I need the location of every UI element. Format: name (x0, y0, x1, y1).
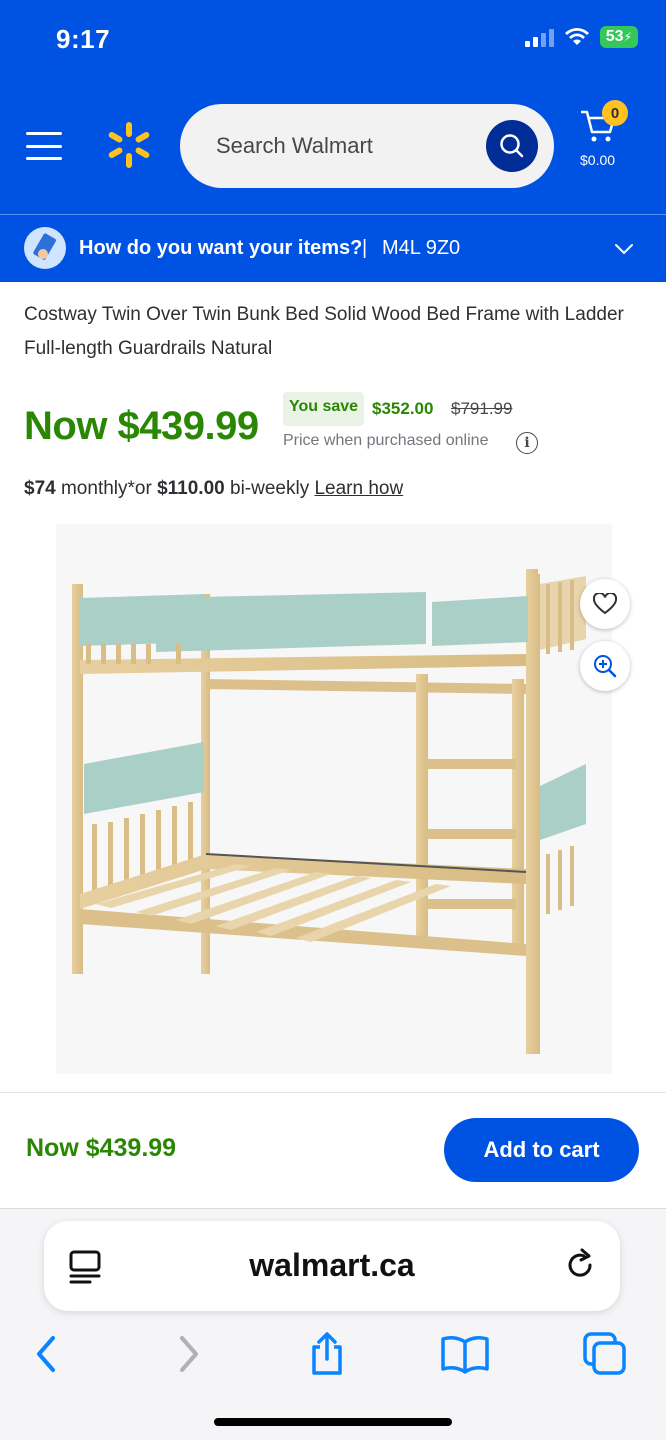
forward-button[interactable] (164, 1329, 214, 1379)
delivery-phone-icon (24, 227, 66, 269)
add-to-cart-button[interactable]: Add to cart (444, 1118, 639, 1182)
bunk-bed-image (56, 524, 612, 1074)
tabs-icon (583, 1332, 626, 1375)
delivery-separator: | (362, 237, 368, 259)
share-icon (312, 1332, 342, 1375)
url-text: walmart.ca (249, 1247, 415, 1283)
home-indicator (214, 1418, 452, 1426)
search-icon (500, 134, 524, 158)
cart-count-badge: 0 (602, 100, 628, 126)
forward-arrow-icon (180, 1336, 198, 1372)
cellular-signal-icon (524, 27, 554, 47)
status-icons: 53⚡ (524, 26, 638, 48)
monthly-text: monthly*or (55, 478, 158, 499)
favorite-button[interactable] (580, 579, 630, 629)
menu-icon[interactable] (26, 132, 62, 160)
wifi-icon (564, 28, 589, 45)
biweekly-amount: $110.00 (157, 478, 225, 499)
status-time: 9:17 (56, 24, 111, 54)
back-button[interactable] (21, 1329, 71, 1379)
tabs-button[interactable] (580, 1329, 630, 1379)
zoom-in-icon (594, 655, 617, 678)
monthly-amount: $74 (24, 478, 56, 499)
you-save-badge: You save (283, 392, 365, 426)
product-image[interactable] (56, 524, 612, 1074)
price-note: Price when purchased online (283, 432, 489, 449)
battery-level: 53 (605, 28, 624, 45)
info-icon[interactable]: i (516, 432, 538, 454)
biweekly-text: bi-weekly (224, 478, 315, 499)
browser-nav (0, 1329, 666, 1379)
delivery-selector[interactable]: How do you want your items? | M4L 9Z0 (0, 214, 666, 282)
walmart-spark-logo[interactable] (104, 120, 154, 170)
chevron-down-icon[interactable] (612, 237, 636, 261)
postal-code: M4L 9Z0 (382, 237, 461, 259)
divider (0, 1092, 666, 1093)
reload-icon[interactable] (562, 1247, 598, 1283)
was-price: $791.99 (451, 399, 513, 418)
financing-info: $74 monthly*or $110.00 bi-weekly Learn h… (24, 478, 403, 500)
share-button[interactable] (302, 1329, 352, 1379)
back-arrow-icon (37, 1336, 55, 1372)
browser-toolbar: walmart.ca (0, 1208, 666, 1440)
cart-button[interactable]: 0 $0.00 (576, 100, 646, 180)
address-bar[interactable]: walmart.ca (44, 1221, 620, 1311)
delivery-question: How do you want your items? (79, 237, 363, 259)
product-title: Costway Twin Over Twin Bunk Bed Solid Wo… (24, 304, 624, 359)
bookmarks-icon (441, 1336, 489, 1374)
cart-total: $0.00 (580, 152, 616, 168)
sticky-price: Now $439.99 (26, 1134, 177, 1162)
site-header: 0 $0.00 (0, 78, 666, 214)
search-button[interactable] (486, 120, 538, 172)
bookmarks-button[interactable] (440, 1329, 490, 1379)
status-bar: 9:17 53⚡ (0, 0, 666, 78)
learn-how-link[interactable]: Learn how (314, 478, 403, 499)
search-bar[interactable] (180, 104, 554, 188)
heart-icon (593, 593, 617, 615)
battery-icon: 53⚡ (599, 26, 638, 48)
zoom-button[interactable] (580, 641, 630, 691)
current-price: Now $439.99 (24, 404, 259, 448)
save-amount: $352.00 (372, 399, 434, 418)
search-input[interactable] (216, 128, 476, 164)
